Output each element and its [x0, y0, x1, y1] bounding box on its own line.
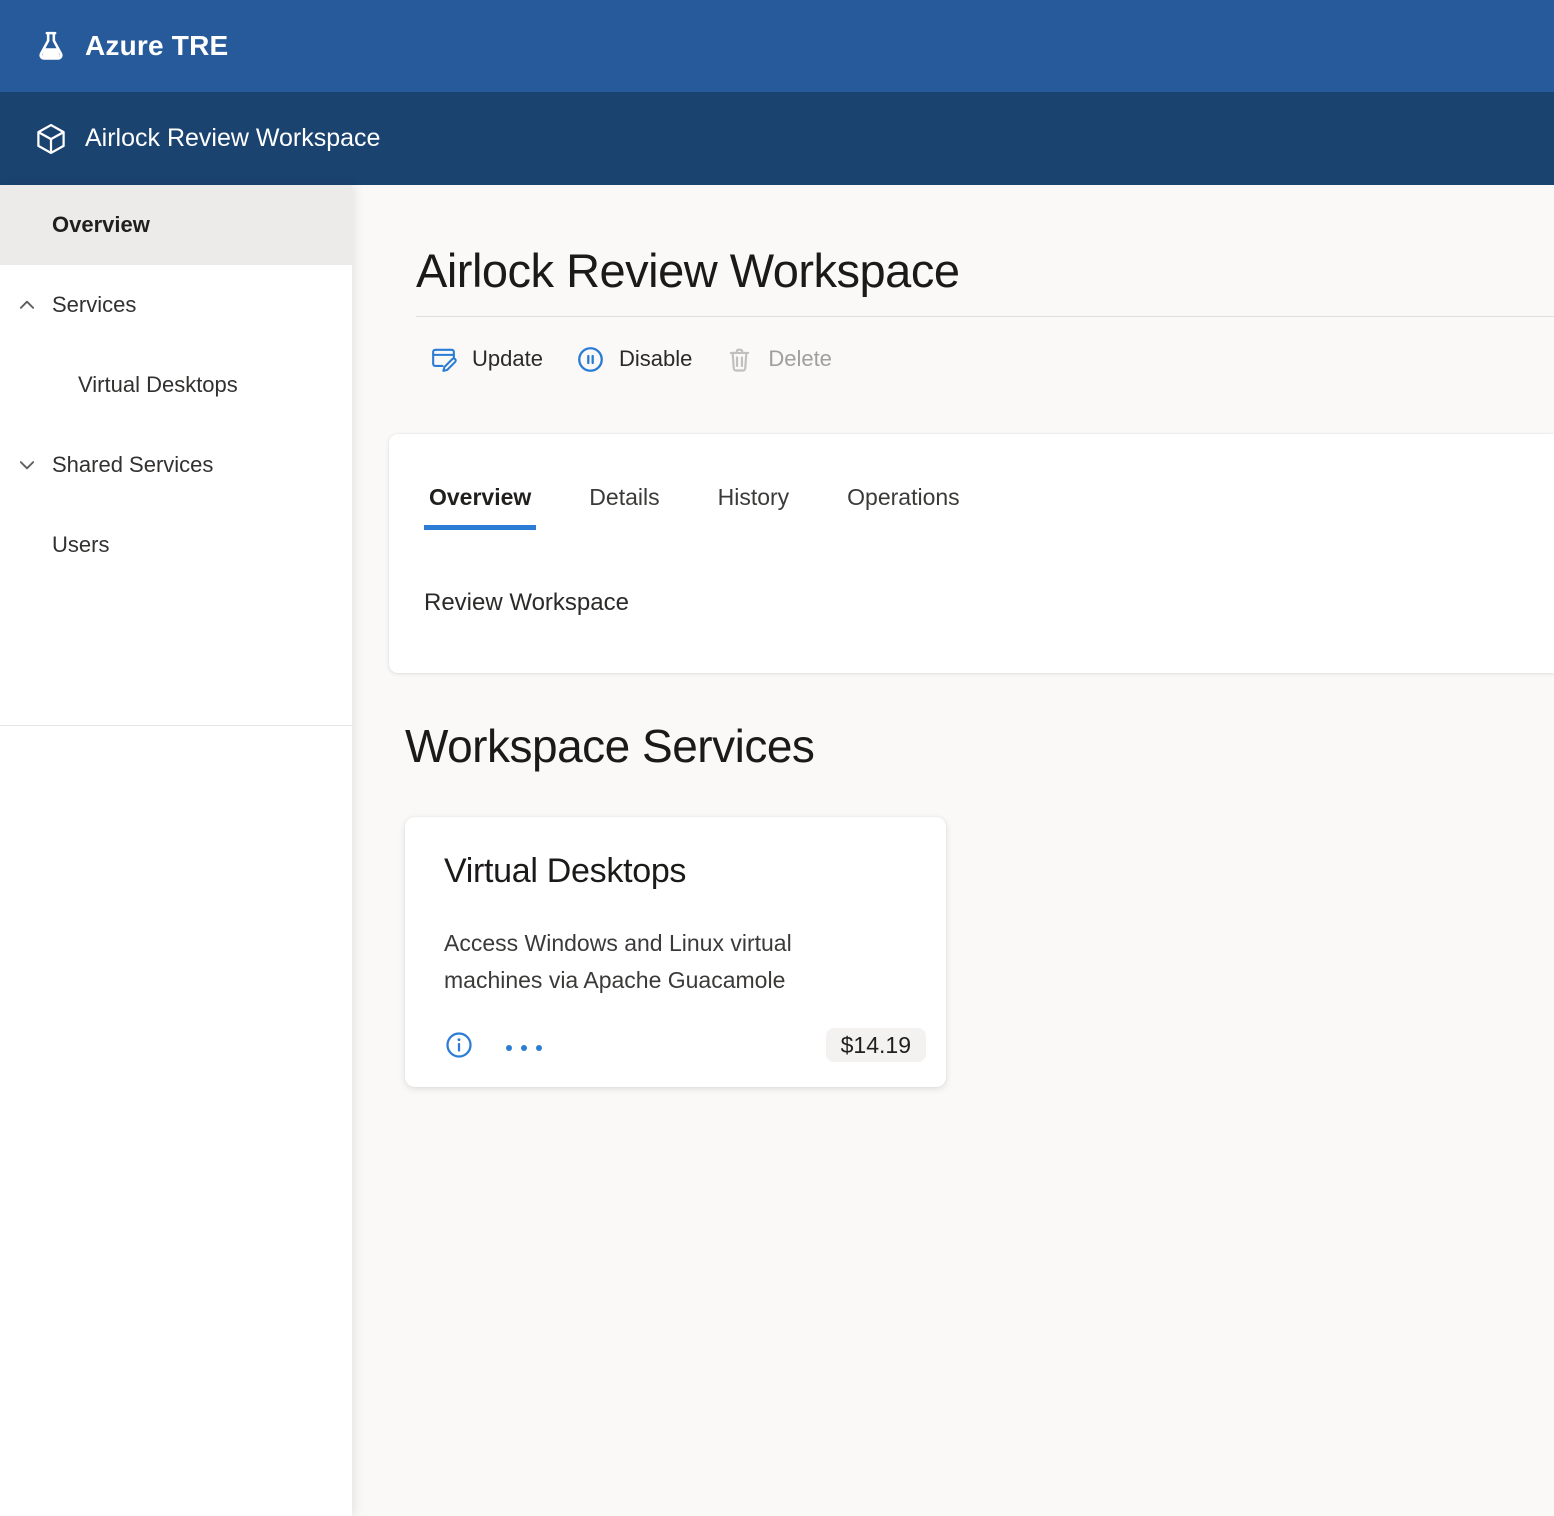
chevron-up-icon[interactable] [16, 294, 38, 316]
sidebar-item-shared-services[interactable]: Shared Services [0, 425, 352, 505]
sidebar-item-overview[interactable]: Overview [0, 185, 352, 265]
tab-operations[interactable]: Operations [842, 482, 965, 530]
page-title: Airlock Review Workspace [416, 243, 1554, 299]
app-title[interactable]: Azure TRE [85, 30, 228, 62]
sidebar-item-label: Shared Services [52, 452, 213, 478]
service-card-title[interactable]: Virtual Desktops [444, 851, 926, 891]
pause-circle-icon [575, 344, 606, 375]
sidebar-item-label: Services [52, 292, 136, 318]
app-header: Azure TRE [0, 0, 1554, 92]
tab-details[interactable]: Details [584, 482, 664, 530]
cost-badge: $14.19 [826, 1028, 926, 1062]
edit-icon [428, 344, 459, 375]
delete-label: Delete [768, 346, 832, 372]
workspace-header: Airlock Review Workspace [0, 92, 1554, 185]
title-divider [416, 316, 1554, 317]
update-label: Update [472, 346, 543, 372]
sidebar-item-virtual-desktops[interactable]: Virtual Desktops [0, 345, 352, 425]
section-title: Workspace Services [405, 719, 1554, 773]
sidebar-item-label: Overview [52, 212, 150, 238]
trash-icon [724, 344, 755, 375]
cube-icon [33, 120, 69, 158]
command-bar: Update Disable [412, 337, 1554, 381]
app-window: Azure TRE Airlock Review Workspace Overv… [0, 0, 1554, 1516]
workspace-description: Review Workspace [424, 588, 1514, 618]
sidebar-item-services[interactable]: Services [0, 265, 352, 345]
tab-overview[interactable]: Overview [424, 482, 536, 530]
workspace-detail-card: Overview Details History Operations Revi… [389, 434, 1554, 673]
service-card-description: Access Windows and Linux virtual machine… [444, 925, 874, 999]
disable-button[interactable]: Disable [559, 337, 708, 381]
workspace-header-title[interactable]: Airlock Review Workspace [85, 124, 380, 153]
disable-label: Disable [619, 346, 692, 372]
more-options-button[interactable] [506, 1030, 551, 1060]
service-card-footer: $14.19 [444, 1029, 926, 1061]
update-button[interactable]: Update [412, 337, 559, 381]
delete-button[interactable]: Delete [708, 337, 848, 381]
flask-icon [33, 26, 69, 66]
sidebar-item-label: Virtual Desktops [78, 372, 238, 398]
tab-history[interactable]: History [713, 482, 795, 530]
chevron-down-icon[interactable] [16, 454, 38, 476]
main-content: Airlock Review Workspace Update [352, 185, 1554, 1516]
pivot-tabs: Overview Details History Operations [424, 482, 1514, 530]
service-card-virtual-desktops[interactable]: Virtual Desktops Access Windows and Linu… [405, 817, 946, 1087]
sidebar: Overview Services Virtual Desktops Share… [0, 185, 352, 1516]
page-head: Airlock Review Workspace [416, 243, 1554, 299]
sidebar-nav-list: Overview Services Virtual Desktops Share… [0, 185, 352, 726]
sidebar-item-label: Users [52, 532, 109, 558]
sidebar-item-users[interactable]: Users [0, 505, 352, 585]
info-icon[interactable] [444, 1030, 474, 1060]
